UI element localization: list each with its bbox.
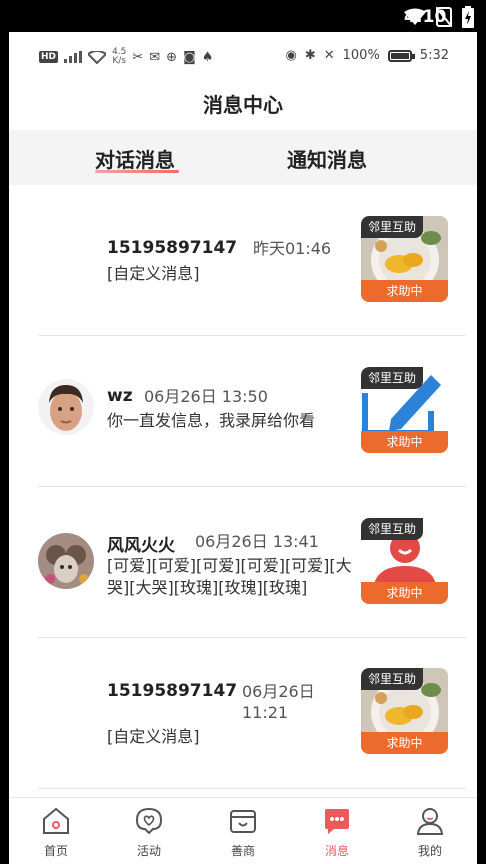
signal-icon <box>64 51 83 63</box>
post-thumbnail[interactable]: 邻里互助 求助中 <box>361 216 448 302</box>
heart-chat-icon <box>135 807 163 835</box>
nav-profile-label: 我的 <box>417 844 442 858</box>
app-screen: HD 4.5 K/s ✂ ✉ ⊕ ◙ ♠ ◉ ✱ ✕ 100% 5:32 消息中心… <box>9 32 477 864</box>
system-status-bar: 4:10 <box>0 0 486 32</box>
battery-icon <box>387 49 415 62</box>
tab-bar: 对话消息 通知消息 <box>9 130 477 185</box>
sender-name: 15195897147 <box>107 238 238 258</box>
battery-percent: 100% <box>342 48 380 63</box>
globe-icon: ⊕ <box>166 49 178 65</box>
device-clock: 5:32 <box>419 48 449 63</box>
tab-notifications[interactable]: 通知消息 <box>287 144 367 173</box>
man-avatar-image <box>38 379 94 435</box>
sender-name: 风风火火 <box>107 536 175 556</box>
eye-icon: ◉ <box>285 48 297 63</box>
bluetooth-icon: ✱ <box>304 48 316 63</box>
sender-name: wz <box>107 386 133 406</box>
bell-icon: ♠ <box>201 49 214 65</box>
category-tag: 邻里互助 <box>361 367 424 389</box>
nav-profile[interactable]: 我的 <box>390 798 470 864</box>
network-badge: HD <box>39 51 59 63</box>
nav-activity-label: 活动 <box>136 844 161 858</box>
app-notification-icon: ✂ <box>132 49 144 65</box>
nav-home-label: 首页 <box>43 844 68 858</box>
help-status-badge: 求助中 <box>361 431 448 453</box>
category-tag: 邻里互助 <box>361 668 424 690</box>
avatar[interactable] <box>38 533 94 589</box>
bottom-nav: 首页 活动 善商 消息 我的 <box>9 797 477 864</box>
post-thumbnail[interactable]: 邻里互助 求助中 <box>361 668 448 754</box>
message-preview: [自定义消息] <box>107 727 200 746</box>
battery-charging-icon <box>462 6 474 28</box>
nav-home[interactable]: 首页 <box>16 798 96 864</box>
page-header: 消息中心 <box>9 82 477 130</box>
list-item[interactable]: 风风火火 06月26日 13:41 [可爱][可爱][可爱][可爱][可爱][大… <box>20 487 466 638</box>
network-speed-unit: K/s <box>112 56 126 66</box>
system-status-icons: 4:10 <box>404 6 474 28</box>
message-preview: [可爱][可爱][可爱][可爱][可爱][大哭][大哭][玫瑰][玫瑰][玫瑰] <box>107 556 352 597</box>
message-time: 昨天01:46 <box>253 239 332 258</box>
sender-name: 15195897147 <box>107 681 238 701</box>
network-speed: 4.5 K/s <box>112 48 126 66</box>
message-preview: 你一直发信息，我录屏给你看 <box>107 411 316 430</box>
help-status-badge: 求助中 <box>361 732 448 754</box>
nav-messages[interactable]: 消息 <box>297 798 377 864</box>
nav-activity[interactable]: 活动 <box>109 798 189 864</box>
post-thumbnail[interactable]: 邻里互助 求助中 <box>361 367 448 453</box>
message-time: 06月26日 13:41 <box>195 532 319 551</box>
ram-avatar-image <box>38 533 94 589</box>
message-preview: [自定义消息] <box>107 264 200 283</box>
wifi-small-icon <box>88 50 107 64</box>
tab-conversations[interactable]: 对话消息 <box>95 144 175 173</box>
device-status-right: ◉ ✱ ✕ 100% 5:32 <box>285 48 449 63</box>
list-item[interactable]: wz 06月26日 13:50 你一直发信息，我录屏给你看 邻里互助 求助中 <box>20 336 466 487</box>
mute-icon: ✕ <box>323 48 335 63</box>
page-title: 消息中心 <box>203 93 283 117</box>
nav-messages-label: 消息 <box>324 844 349 858</box>
help-status-badge: 求助中 <box>361 582 448 604</box>
nav-shop-label: 善商 <box>230 844 255 858</box>
camera-notification-icon: ◙ <box>183 49 196 65</box>
device-status-bar: HD 4.5 K/s ✂ ✉ ⊕ ◙ ♠ ◉ ✱ ✕ 100% 5:32 <box>9 32 477 82</box>
profile-icon <box>416 808 444 835</box>
list-item[interactable]: 15195897147 06月26日 11:21 [自定义消息] 邻里互助 求助… <box>20 638 466 789</box>
active-tab-indicator <box>95 170 179 173</box>
help-status-badge: 求助中 <box>361 280 448 302</box>
message-time: 06月26日 13:50 <box>144 387 268 406</box>
system-clock: 4:10 <box>404 6 447 27</box>
message-icon <box>325 809 349 834</box>
category-tag: 邻里互助 <box>361 518 424 540</box>
category-tag: 邻里互助 <box>361 216 424 238</box>
nav-shop[interactable]: 善商 <box>203 798 283 864</box>
message-list: 15195897147 昨天01:46 [自定义消息] 邻里互助 求助中 wz … <box>20 185 476 797</box>
mail-icon: ✉ <box>149 49 161 65</box>
divider <box>38 788 466 789</box>
message-time: 06月26日 11:21 <box>242 682 315 722</box>
list-item[interactable]: 15195897147 昨天01:46 [自定义消息] 邻里互助 求助中 <box>20 185 466 336</box>
shop-icon <box>230 810 256 833</box>
post-thumbnail[interactable]: 邻里互助 求助中 <box>361 518 448 604</box>
avatar[interactable] <box>38 379 94 435</box>
device-status-left: HD 4.5 K/s ✂ ✉ ⊕ ◙ ♠ <box>39 48 213 66</box>
home-icon <box>43 807 69 834</box>
